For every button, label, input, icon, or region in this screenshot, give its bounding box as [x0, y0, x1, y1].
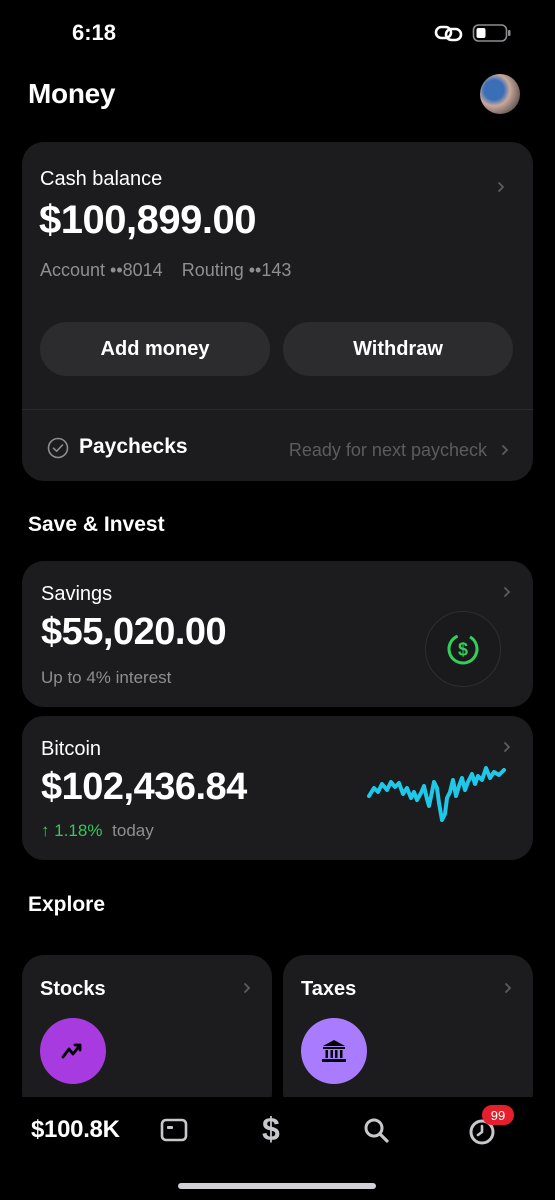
savings-amount: $55,020.00: [41, 611, 227, 653]
card-icon[interactable]: [159, 1115, 189, 1145]
tab-bar: $100.8K $ 99: [0, 1097, 555, 1200]
status-time: 6:18: [72, 20, 117, 45]
notifications-badge: 99: [482, 1105, 514, 1125]
dollar-circle-icon: $: [447, 633, 479, 665]
stocks-label: Stocks: [40, 978, 106, 1000]
bank-icon: [322, 1040, 346, 1062]
bitcoin-change-suffix: today: [112, 821, 154, 840]
stocks-icon-circle: [40, 1018, 106, 1084]
search-icon[interactable]: [361, 1115, 391, 1145]
divider: [22, 409, 533, 410]
chevron-right-icon: [504, 742, 511, 752]
cash-balance-label: Cash balance: [40, 168, 163, 190]
chevron-right-icon: [502, 445, 509, 455]
cash-balance-amount: $100,899.00: [39, 198, 256, 242]
stocks-card[interactable]: Stocks: [22, 955, 272, 1115]
account-details[interactable]: Account ••8014 Routing ••143: [40, 260, 305, 281]
explore-title: Explore: [28, 893, 106, 916]
bitcoin-amount: $102,436.84: [41, 766, 247, 808]
save-invest-title: Save & Invest: [28, 513, 165, 536]
withdraw-button[interactable]: Withdraw: [283, 322, 513, 376]
savings-icon-circle: $: [425, 611, 501, 687]
account-number: Account ••8014: [40, 260, 163, 280]
svg-text:$: $: [458, 640, 468, 660]
add-money-button[interactable]: Add money: [40, 322, 270, 376]
check-circle-icon: [47, 437, 69, 459]
avatar[interactable]: [480, 74, 520, 114]
chevron-right-icon: [244, 983, 251, 993]
home-indicator: [178, 1183, 376, 1189]
chevron-right-icon: [498, 182, 505, 192]
page-title: Money: [28, 78, 116, 109]
paychecks-label[interactable]: Paychecks: [79, 435, 188, 459]
status-bar: 6:18: [0, 0, 555, 66]
trend-icon: [61, 1043, 82, 1059]
battery-icon: [472, 24, 511, 42]
link-icon: [434, 25, 463, 42]
tab-money-balance[interactable]: $100.8K: [31, 1116, 120, 1144]
taxes-card[interactable]: Taxes: [283, 955, 533, 1115]
bitcoin-change: ↑ 1.18% today: [41, 821, 154, 841]
savings-label: Savings: [41, 583, 113, 605]
taxes-label: Taxes: [301, 978, 357, 1000]
paychecks-status[interactable]: Ready for next paycheck: [289, 440, 487, 461]
bitcoin-label: Bitcoin: [41, 738, 102, 760]
taxes-icon-circle: [301, 1018, 367, 1084]
bitcoin-change-percent: 1.18%: [54, 821, 103, 840]
bitcoin-card[interactable]: Bitcoin $102,436.84 ↑ 1.18% today: [22, 716, 533, 860]
chevron-right-icon: [504, 587, 511, 597]
savings-interest: Up to 4% interest: [41, 668, 172, 687]
bitcoin-sparkline: [367, 766, 506, 822]
savings-card[interactable]: Savings $55,020.00 Up to 4% interest $: [22, 561, 533, 707]
dollar-icon[interactable]: $: [262, 1111, 280, 1148]
chevron-right-icon: [505, 983, 512, 993]
arrow-up-icon: ↑: [41, 821, 50, 840]
cash-balance-card[interactable]: Cash balance $100,899.00 Account ••8014 …: [22, 142, 533, 481]
routing-number: Routing ••143: [181, 260, 292, 280]
